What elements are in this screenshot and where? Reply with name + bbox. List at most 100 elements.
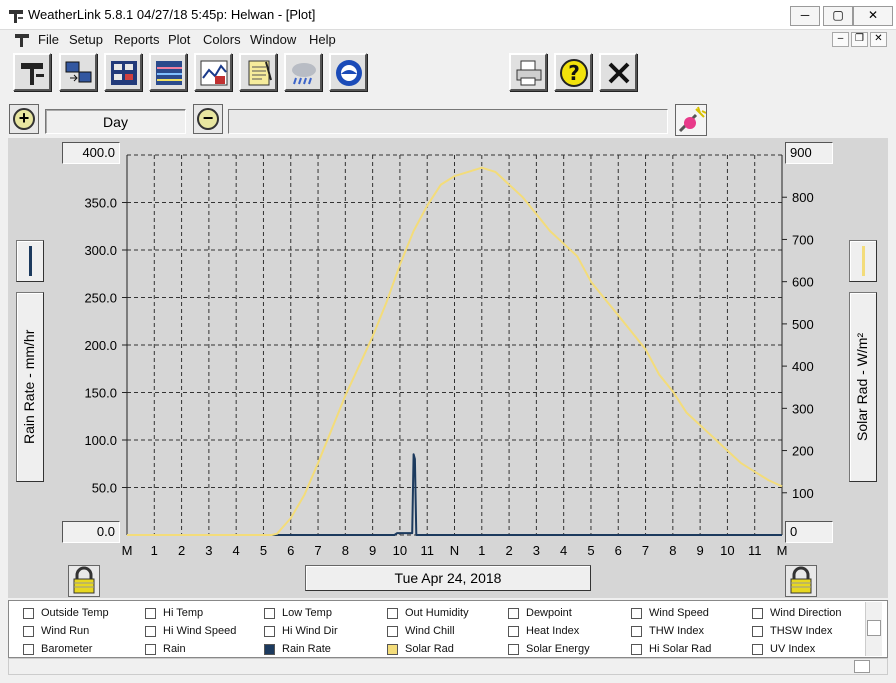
- series-checkbox[interactable]: [23, 644, 34, 655]
- series-option-out-humidity[interactable]: Out Humidity: [387, 606, 505, 624]
- series-option-thsw-index[interactable]: THSW Index: [752, 624, 870, 642]
- x-tick-label: 8: [342, 543, 349, 558]
- x-tick-label: 3: [533, 543, 540, 558]
- series-checkbox[interactable]: [387, 626, 398, 637]
- series-option-dewpoint[interactable]: Dewpoint: [508, 606, 626, 624]
- series-option-wind-speed[interactable]: Wind Speed: [631, 606, 749, 624]
- x-tick-label: 11: [420, 543, 434, 558]
- x-tick-label: 10: [393, 543, 407, 558]
- series-checkbox[interactable]: [752, 608, 763, 619]
- left-tick-label: 250.0: [84, 291, 117, 306]
- left-tick-label: 200.0: [84, 338, 117, 353]
- series-option-wind-chill[interactable]: Wind Chill: [387, 624, 505, 642]
- series-option-uv-index[interactable]: UV Index: [752, 642, 870, 657]
- series-option-label: Hi Wind Dir: [282, 625, 338, 637]
- series-option-label: Hi Solar Rad: [649, 643, 712, 655]
- left-tick-label: 50.0: [92, 481, 117, 496]
- series-selector: Outside Temp Hi Temp Low Temp Out Humidity D…: [8, 600, 888, 658]
- right-tick-label: 100: [792, 486, 814, 501]
- series-checkbox[interactable]: [387, 608, 398, 619]
- lock-icon: [790, 566, 812, 594]
- series-checkbox[interactable]: [387, 644, 398, 655]
- right-tick-label: 600: [792, 275, 814, 290]
- series-checkbox[interactable]: [631, 608, 642, 619]
- x-tick-label: 3: [205, 543, 212, 558]
- x-tick-label: 5: [587, 543, 594, 558]
- left-tick-label: 300.0: [84, 243, 117, 258]
- x-tick-label: 7: [314, 543, 321, 558]
- left-axis-lock-button[interactable]: [68, 565, 100, 597]
- series-option-label: Wind Speed: [649, 607, 709, 619]
- x-tick-label: 9: [369, 543, 376, 558]
- x-tick-label: 7: [642, 543, 649, 558]
- x-tick-label: 1: [478, 543, 485, 558]
- series-option-wind-direction[interactable]: Wind Direction: [752, 606, 870, 624]
- series-checkbox[interactable]: [145, 644, 156, 655]
- series-option-rain-rate[interactable]: Rain Rate: [264, 642, 382, 657]
- lock-icon: [73, 566, 95, 594]
- x-tick-label: 5: [260, 543, 267, 558]
- series-checkbox[interactable]: [23, 626, 34, 637]
- x-tick-label: 4: [560, 543, 567, 558]
- series-option-label: Dewpoint: [526, 607, 572, 619]
- series-option-label: Barometer: [41, 643, 93, 655]
- series-option-heat-index[interactable]: Heat Index: [508, 624, 626, 642]
- series-option-hi-solar-rad[interactable]: Hi Solar Rad: [631, 642, 749, 657]
- series-option-barometer[interactable]: Barometer: [23, 642, 141, 657]
- series-option-hi-wind-dir[interactable]: Hi Wind Dir: [264, 624, 382, 642]
- series-checkbox[interactable]: [145, 608, 156, 619]
- right-tick-label: 800: [792, 190, 814, 205]
- series-checkbox[interactable]: [508, 644, 519, 655]
- series-option-label: Wind Chill: [405, 625, 455, 637]
- x-tick-label: 6: [615, 543, 622, 558]
- right-tick-label: 400: [792, 359, 814, 374]
- series-checkbox[interactable]: [752, 626, 763, 637]
- date-button[interactable]: Tue Apr 24, 2018: [305, 565, 591, 591]
- series-checkbox[interactable]: [631, 644, 642, 655]
- x-tick-label: 1: [151, 543, 158, 558]
- series-checkbox[interactable]: [752, 644, 763, 655]
- x-tick-label: 2: [178, 543, 185, 558]
- x-tick-label: 9: [697, 543, 704, 558]
- series-option-solar-energy[interactable]: Solar Energy: [508, 642, 626, 657]
- series-checkbox[interactable]: [264, 626, 275, 637]
- x-tick-label: 2: [505, 543, 512, 558]
- series-option-outside-temp[interactable]: Outside Temp: [23, 606, 141, 624]
- series-option-low-temp[interactable]: Low Temp: [264, 606, 382, 624]
- x-tick-label: M: [122, 543, 133, 558]
- series-option-label: Wind Direction: [770, 607, 842, 619]
- series-option-label: Wind Run: [41, 625, 90, 637]
- x-tick-label: N: [450, 543, 459, 558]
- left-tick-label: 100.0: [84, 433, 117, 448]
- series-option-label: Outside Temp: [41, 607, 109, 619]
- series-option-label: Out Humidity: [405, 607, 469, 619]
- right-tick-label: 500: [792, 317, 814, 332]
- series-checkbox[interactable]: [264, 608, 275, 619]
- right-axis-lock-button[interactable]: [785, 565, 817, 597]
- series-option-wind-run[interactable]: Wind Run: [23, 624, 141, 642]
- series-option-rain[interactable]: Rain: [145, 642, 263, 657]
- x-tick-label: 4: [233, 543, 240, 558]
- series-checkbox[interactable]: [23, 608, 34, 619]
- x-tick-label: 8: [669, 543, 676, 558]
- series-checkbox[interactable]: [145, 626, 156, 637]
- left-tick-label: 150.0: [84, 386, 117, 401]
- x-tick-label: 11: [748, 543, 762, 558]
- series-checkbox[interactable]: [631, 626, 642, 637]
- scroll-thumb[interactable]: [867, 620, 881, 636]
- series-option-hi-temp[interactable]: Hi Temp: [145, 606, 263, 624]
- x-tick-label: 10: [720, 543, 734, 558]
- selector-vertical-scrollbar[interactable]: [865, 602, 882, 656]
- series-option-label: THW Index: [649, 625, 705, 637]
- series-checkbox[interactable]: [508, 626, 519, 637]
- horizontal-scrollbar[interactable]: [8, 658, 888, 675]
- series-option-label: THSW Index: [770, 625, 833, 637]
- h-scroll-thumb[interactable]: [854, 660, 870, 673]
- series-option-hi-wind-speed[interactable]: Hi Wind Speed: [145, 624, 263, 642]
- right-tick-label: 200: [792, 444, 814, 459]
- series-option-solar-rad[interactable]: Solar Rad: [387, 642, 505, 657]
- series-checkbox[interactable]: [264, 644, 275, 655]
- series-checkbox[interactable]: [508, 608, 519, 619]
- series-option-label: Hi Wind Speed: [163, 625, 237, 637]
- series-option-thw-index[interactable]: THW Index: [631, 624, 749, 642]
